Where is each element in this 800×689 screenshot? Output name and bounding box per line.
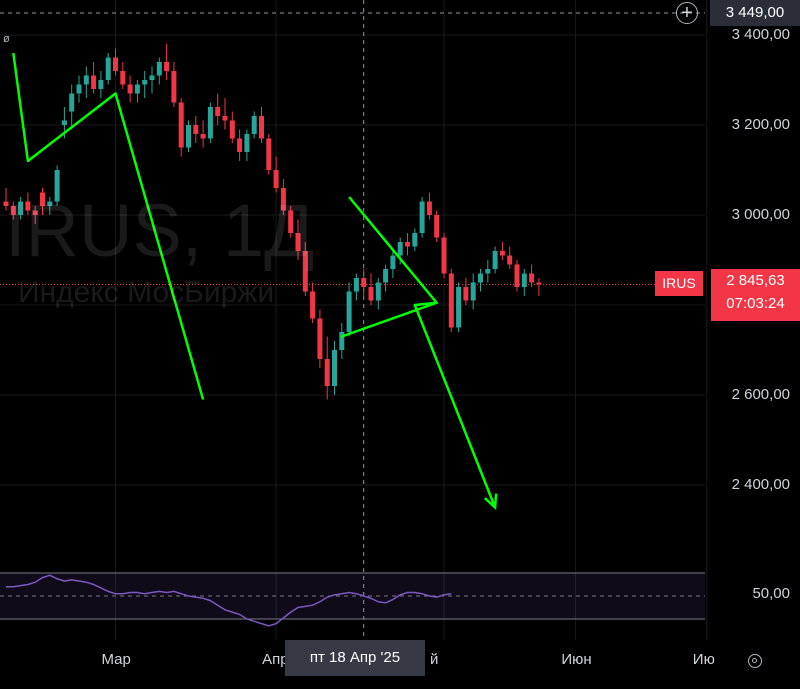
candle-body	[514, 264, 520, 287]
candle-body	[171, 71, 177, 103]
candle-body	[98, 80, 104, 89]
candle-body	[346, 291, 352, 332]
candle-body	[317, 318, 323, 359]
candle-body	[456, 287, 462, 328]
candle-body	[222, 116, 228, 121]
candle-body	[499, 251, 505, 256]
candle-body	[207, 107, 213, 139]
candle-body	[83, 75, 89, 85]
candle-body	[375, 282, 381, 301]
settings-icon[interactable]	[748, 654, 762, 668]
candle-body	[485, 269, 491, 274]
candle-body	[244, 134, 250, 152]
candle-body	[273, 170, 279, 188]
watermark-symbol: IRUS, 1Д	[5, 189, 315, 272]
candle-body	[120, 71, 126, 85]
candle-body	[470, 282, 476, 301]
price-tick-label: 3 000,00	[731, 206, 790, 223]
candle-body	[200, 134, 206, 139]
rsi-level-label: 50,00	[752, 585, 790, 602]
add-price-button[interactable]: +	[676, 2, 698, 24]
candle-body	[383, 269, 389, 283]
candle-body	[390, 255, 396, 269]
candle-body	[492, 251, 498, 269]
candle-body	[134, 84, 140, 94]
time-tick-label: Мар	[101, 651, 131, 668]
candle-body	[142, 80, 148, 85]
price-chart[interactable]	[0, 0, 800, 684]
candle-body	[507, 255, 513, 265]
candle-body	[215, 107, 221, 116]
candle-body	[76, 84, 82, 94]
candle-body	[412, 233, 418, 247]
candle-body	[164, 62, 170, 71]
watermark-name: Индекс МосБиржи	[18, 276, 275, 309]
trend-drawing	[340, 196, 497, 508]
candle-body	[310, 291, 316, 319]
candle-body	[259, 116, 264, 139]
candle-body	[434, 215, 440, 238]
candle-body	[353, 278, 359, 292]
candle-body	[237, 138, 243, 152]
bar-countdown: 07:03:24	[726, 295, 785, 312]
crosshair-date-label: пт 18 Апр '25	[285, 640, 425, 676]
candle-body	[186, 125, 191, 148]
candle-body	[324, 359, 330, 386]
candle-body	[478, 273, 483, 283]
candle-body	[193, 125, 199, 134]
candle-body	[536, 282, 542, 285]
candle-body	[149, 75, 155, 80]
candle-body	[521, 273, 527, 287]
candle-body	[419, 201, 425, 233]
candle-body	[156, 62, 162, 76]
candle-body	[251, 116, 257, 134]
time-tick-label: й	[430, 651, 439, 668]
price-tick-label: 2 600,00	[731, 386, 790, 403]
candle-body	[127, 84, 133, 94]
crosshair-price-label: 3 449,00	[710, 0, 800, 26]
symbol-tag: IRUS	[655, 271, 703, 296]
current-price: 2 845,63	[726, 272, 785, 289]
price-tick-label: 2 400,00	[731, 476, 790, 493]
candle-body	[266, 138, 272, 170]
candle-body	[91, 75, 97, 89]
candle-body	[69, 93, 75, 112]
candle-body	[229, 120, 235, 139]
candle-body	[361, 278, 367, 287]
candle-body	[448, 273, 454, 328]
legend-collapse-glyph[interactable]: ø	[3, 33, 10, 45]
candle-body	[61, 120, 67, 125]
candle-body	[332, 350, 337, 386]
chart-area[interactable]	[0, 0, 800, 684]
candle-body	[463, 287, 469, 301]
candle-body	[426, 201, 432, 215]
candle-body	[405, 242, 410, 247]
candle-body	[368, 287, 374, 301]
candle-body	[441, 237, 447, 274]
candle-body	[529, 273, 535, 283]
candle-body	[113, 57, 118, 71]
candle-body	[397, 242, 403, 256]
time-tick-label: Июн	[561, 651, 592, 668]
candle-body	[105, 57, 111, 80]
candle-body	[178, 102, 184, 148]
current-price-box: 2 845,63 07:03:24	[711, 269, 800, 321]
price-tick-label: 3 200,00	[731, 116, 790, 133]
price-tick-label: 3 400,00	[731, 26, 790, 43]
time-tick-label: Ию	[692, 651, 715, 668]
